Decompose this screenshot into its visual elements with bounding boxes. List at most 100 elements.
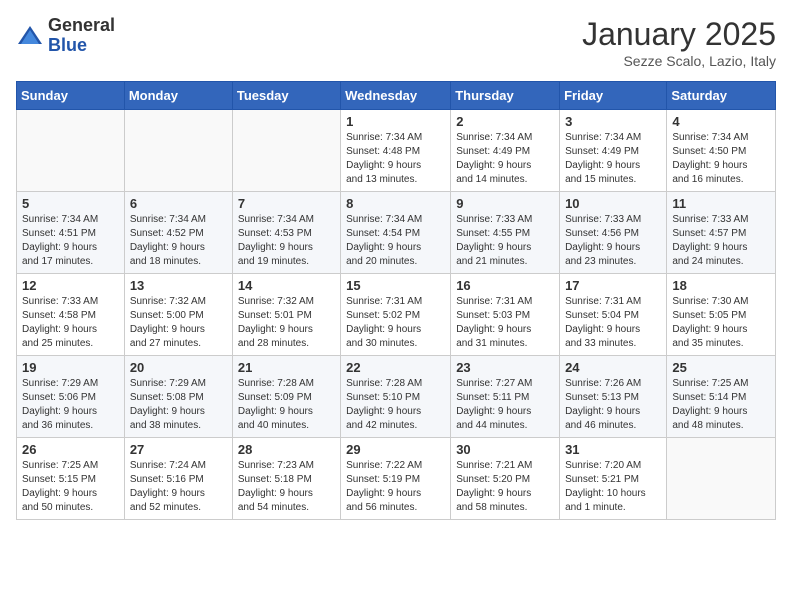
weekday-header-sunday: Sunday [17, 82, 125, 110]
calendar-cell: 12Sunrise: 7:33 AM Sunset: 4:58 PM Dayli… [17, 274, 125, 356]
day-number: 26 [22, 442, 119, 457]
calendar-cell: 15Sunrise: 7:31 AM Sunset: 5:02 PM Dayli… [341, 274, 451, 356]
day-number: 30 [456, 442, 554, 457]
calendar-header: SundayMondayTuesdayWednesdayThursdayFrid… [17, 82, 776, 110]
logo: General Blue [16, 16, 115, 56]
day-number: 18 [672, 278, 770, 293]
day-number: 5 [22, 196, 119, 211]
calendar-cell: 3 Sunrise: 7:34 AM Sunset: 4:49 PM Daylig… [560, 110, 667, 192]
day-info: Sunrise: 7:22 AM Sunset: 5:19 PM Dayligh… [346, 459, 445, 515]
calendar-body: 1 Sunrise: 7:34 AM Sunset: 4:48 PM Daylig… [17, 110, 776, 520]
day-info: Sunrise: 7:34 AM Sunset: 4:49 PM Dayligh… [456, 131, 554, 187]
logo-icon [16, 22, 44, 50]
day-number: 14 [238, 278, 335, 293]
logo-blue-text: Blue [48, 36, 115, 56]
day-number: 22 [346, 360, 445, 375]
calendar-cell: 6Sunrise: 7:34 AM Sunset: 4:52 PM Daylig… [124, 192, 232, 274]
day-number: 29 [346, 442, 445, 457]
day-info: Sunrise: 7:30 AM Sunset: 5:05 PM Dayligh… [672, 295, 770, 351]
location: Sezze Scalo, Lazio, Italy [582, 53, 776, 69]
day-info: Sunrise: 7:34 AM Sunset: 4:54 PM Dayligh… [346, 213, 445, 269]
day-info: Sunrise: 7:25 AM Sunset: 5:15 PM Dayligh… [22, 459, 119, 515]
day-info: Sunrise: 7:29 AM Sunset: 5:08 PM Dayligh… [130, 377, 227, 433]
week-row-2: 5Sunrise: 7:34 AM Sunset: 4:51 PM Daylig… [17, 192, 776, 274]
calendar-cell: 21Sunrise: 7:28 AM Sunset: 5:09 PM Dayli… [232, 356, 340, 438]
day-number: 31 [565, 442, 661, 457]
month-title: January 2025 [582, 16, 776, 53]
week-row-1: 1 Sunrise: 7:34 AM Sunset: 4:48 PM Daylig… [17, 110, 776, 192]
calendar-cell: 25 Sunrise: 7:25 AM Sunset: 5:14 PM Dayli… [667, 356, 776, 438]
page-header: General Blue January 2025 Sezze Scalo, L… [16, 16, 776, 69]
day-number: 25 [672, 360, 770, 375]
calendar-cell: 31 Sunrise: 7:20 AM Sunset: 5:21 PM Dayli… [560, 438, 667, 520]
day-info: Sunrise: 7:34 AM Sunset: 4:52 PM Dayligh… [130, 213, 227, 269]
day-info: Sunrise: 7:34 AM Sunset: 4:53 PM Dayligh… [238, 213, 335, 269]
day-info: Sunrise: 7:23 AM Sunset: 5:18 PM Dayligh… [238, 459, 335, 515]
calendar-cell: 22Sunrise: 7:28 AM Sunset: 5:10 PM Dayli… [341, 356, 451, 438]
calendar-cell: 17 Sunrise: 7:31 AM Sunset: 5:04 PM Dayli… [560, 274, 667, 356]
weekday-header-monday: Monday [124, 82, 232, 110]
week-row-3: 12Sunrise: 7:33 AM Sunset: 4:58 PM Dayli… [17, 274, 776, 356]
day-info: Sunrise: 7:20 AM Sunset: 5:21 PM Dayligh… [565, 459, 661, 515]
weekday-header-thursday: Thursday [451, 82, 560, 110]
day-number: 19 [22, 360, 119, 375]
day-number: 24 [565, 360, 661, 375]
day-info: Sunrise: 7:31 AM Sunset: 5:02 PM Dayligh… [346, 295, 445, 351]
day-number: 9 [456, 196, 554, 211]
day-info: Sunrise: 7:33 AM Sunset: 4:58 PM Dayligh… [22, 295, 119, 351]
calendar-cell [232, 110, 340, 192]
day-number: 27 [130, 442, 227, 457]
calendar-cell [667, 438, 776, 520]
weekday-header-tuesday: Tuesday [232, 82, 340, 110]
title-block: January 2025 Sezze Scalo, Lazio, Italy [582, 16, 776, 69]
day-info: Sunrise: 7:32 AM Sunset: 5:01 PM Dayligh… [238, 295, 335, 351]
day-number: 8 [346, 196, 445, 211]
calendar-cell: 23 Sunrise: 7:27 AM Sunset: 5:11 PM Dayli… [451, 356, 560, 438]
day-number: 28 [238, 442, 335, 457]
week-row-4: 19Sunrise: 7:29 AM Sunset: 5:06 PM Dayli… [17, 356, 776, 438]
calendar-cell: 26 Sunrise: 7:25 AM Sunset: 5:15 PM Dayli… [17, 438, 125, 520]
day-info: Sunrise: 7:32 AM Sunset: 5:00 PM Dayligh… [130, 295, 227, 351]
calendar-cell: 27 Sunrise: 7:24 AM Sunset: 5:16 PM Dayli… [124, 438, 232, 520]
weekday-header-friday: Friday [560, 82, 667, 110]
logo-general-text: General [48, 16, 115, 36]
calendar-table: SundayMondayTuesdayWednesdayThursdayFrid… [16, 81, 776, 520]
day-number: 16 [456, 278, 554, 293]
day-number: 11 [672, 196, 770, 211]
day-number: 20 [130, 360, 227, 375]
week-row-5: 26 Sunrise: 7:25 AM Sunset: 5:15 PM Dayli… [17, 438, 776, 520]
day-number: 3 [565, 114, 661, 129]
calendar-cell: 29 Sunrise: 7:22 AM Sunset: 5:19 PM Dayli… [341, 438, 451, 520]
day-info: Sunrise: 7:31 AM Sunset: 5:03 PM Dayligh… [456, 295, 554, 351]
day-info: Sunrise: 7:34 AM Sunset: 4:48 PM Dayligh… [346, 131, 445, 187]
calendar-cell: 8 Sunrise: 7:34 AM Sunset: 4:54 PM Daylig… [341, 192, 451, 274]
day-info: Sunrise: 7:21 AM Sunset: 5:20 PM Dayligh… [456, 459, 554, 515]
calendar-cell: 24 Sunrise: 7:26 AM Sunset: 5:13 PM Dayli… [560, 356, 667, 438]
day-number: 17 [565, 278, 661, 293]
day-number: 1 [346, 114, 445, 129]
day-number: 13 [130, 278, 227, 293]
day-info: Sunrise: 7:34 AM Sunset: 4:49 PM Dayligh… [565, 131, 661, 187]
day-number: 7 [238, 196, 335, 211]
calendar-cell: 2Sunrise: 7:34 AM Sunset: 4:49 PM Daylig… [451, 110, 560, 192]
calendar-cell: 18 Sunrise: 7:30 AM Sunset: 5:05 PM Dayli… [667, 274, 776, 356]
calendar-cell: 9Sunrise: 7:33 AM Sunset: 4:55 PM Daylig… [451, 192, 560, 274]
day-info: Sunrise: 7:25 AM Sunset: 5:14 PM Dayligh… [672, 377, 770, 433]
day-info: Sunrise: 7:33 AM Sunset: 4:56 PM Dayligh… [565, 213, 661, 269]
calendar-cell: 28 Sunrise: 7:23 AM Sunset: 5:18 PM Dayli… [232, 438, 340, 520]
day-info: Sunrise: 7:31 AM Sunset: 5:04 PM Dayligh… [565, 295, 661, 351]
calendar-cell: 10Sunrise: 7:33 AM Sunset: 4:56 PM Dayli… [560, 192, 667, 274]
calendar-cell: 5Sunrise: 7:34 AM Sunset: 4:51 PM Daylig… [17, 192, 125, 274]
day-info: Sunrise: 7:33 AM Sunset: 4:57 PM Dayligh… [672, 213, 770, 269]
day-number: 23 [456, 360, 554, 375]
day-info: Sunrise: 7:28 AM Sunset: 5:09 PM Dayligh… [238, 377, 335, 433]
day-info: Sunrise: 7:26 AM Sunset: 5:13 PM Dayligh… [565, 377, 661, 433]
calendar-cell: 13 Sunrise: 7:32 AM Sunset: 5:00 PM Dayli… [124, 274, 232, 356]
day-info: Sunrise: 7:34 AM Sunset: 4:50 PM Dayligh… [672, 131, 770, 187]
weekday-header-wednesday: Wednesday [341, 82, 451, 110]
calendar-cell [124, 110, 232, 192]
day-number: 4 [672, 114, 770, 129]
day-info: Sunrise: 7:24 AM Sunset: 5:16 PM Dayligh… [130, 459, 227, 515]
day-info: Sunrise: 7:27 AM Sunset: 5:11 PM Dayligh… [456, 377, 554, 433]
calendar-cell: 30 Sunrise: 7:21 AM Sunset: 5:20 PM Dayli… [451, 438, 560, 520]
